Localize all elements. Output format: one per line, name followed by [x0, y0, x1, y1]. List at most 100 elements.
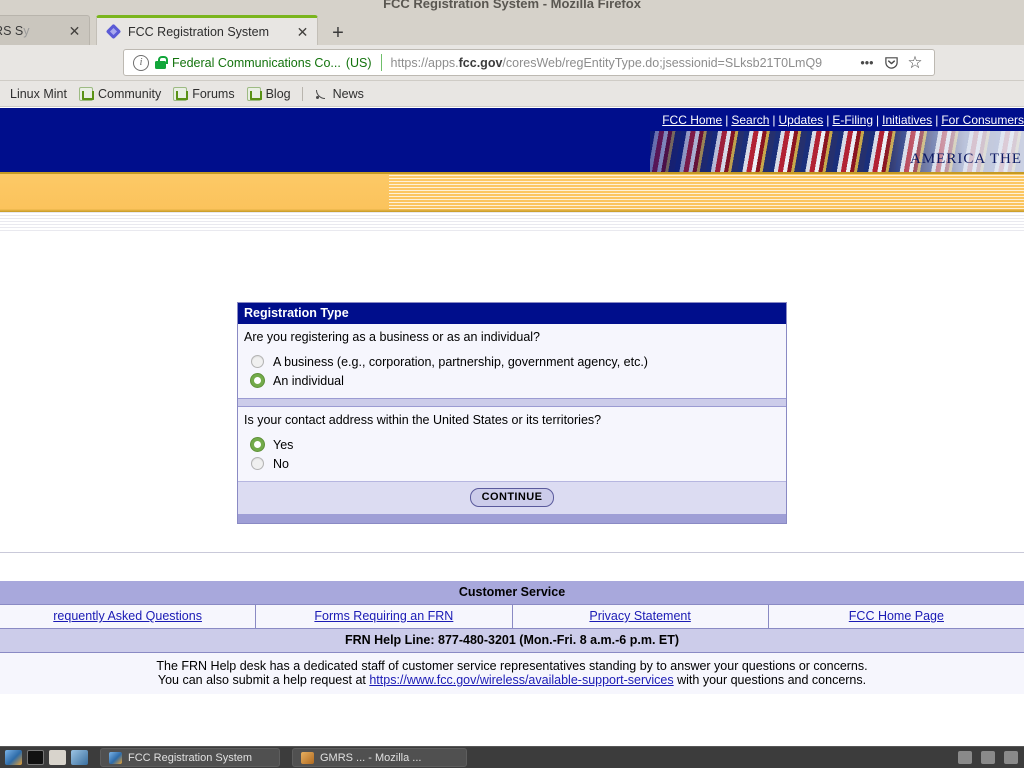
- taskbar-launcher-image-icon[interactable]: [71, 750, 88, 765]
- radio-option-yes[interactable]: Yes: [251, 435, 786, 454]
- page-info-icon[interactable]: i: [133, 54, 149, 71]
- fcc-gold-bar: ion: [0, 172, 1024, 212]
- radio-individual-label: An individual: [273, 373, 344, 388]
- bookmark-label: Community: [97, 86, 162, 101]
- browser-tab-inactive[interactable]: sas GMRS Sy ✕: [0, 15, 90, 45]
- bookmark-separator: [301, 86, 303, 101]
- taskbar-launcher-files-icon[interactable]: [49, 750, 66, 765]
- page-stripe-divider: [0, 212, 1024, 232]
- firefox-icon: [301, 751, 314, 764]
- urlbar-actions: ••• ☆: [855, 51, 927, 75]
- window-titlebar: FCC Registration System - Mozilla Firefo…: [0, 0, 1024, 12]
- footer-link-fcc-home-page[interactable]: FCC Home Page: [849, 609, 944, 623]
- browser-navigation-bar: i Federal Communications Co... (US) http…: [0, 45, 1024, 81]
- registration-type-card: Registration Type Are you registering as…: [237, 302, 787, 524]
- taskbar-window-button-gmrs[interactable]: GMRS ... - Mozilla ...: [292, 748, 467, 767]
- radio-business-label: A business (e.g., corporation, partnersh…: [273, 354, 648, 369]
- bookmark-label: Linux Mint: [10, 86, 67, 101]
- bookmarks-toolbar: Linux Mint Community Forums Blog News: [0, 81, 1024, 107]
- close-icon[interactable]: ✕: [294, 23, 311, 40]
- taskbar-launcher-firefox-icon[interactable]: [5, 750, 22, 765]
- footer-title: Customer Service: [0, 581, 1024, 605]
- tray-volume-icon[interactable]: [981, 751, 995, 764]
- lock-icon: [155, 56, 168, 69]
- bookmark-label: News: [332, 86, 364, 101]
- bookmark-linux-mint[interactable]: Linux Mint: [4, 84, 73, 104]
- taskbar-launcher-terminal-icon[interactable]: [27, 750, 44, 765]
- browser-tab-active[interactable]: FCC Registration System ✕: [96, 15, 318, 45]
- question-contact-address: Is your contact address within the Unite…: [244, 413, 602, 427]
- footer-link-faq[interactable]: requently Asked Questions: [53, 609, 202, 623]
- radio-yes-input[interactable]: [251, 438, 264, 451]
- taskbar-system-tray: [949, 751, 1024, 764]
- close-icon[interactable]: ✕: [66, 22, 83, 39]
- taskbar-window-button-fcc[interactable]: FCC Registration System: [100, 748, 280, 767]
- bookmark-label: Blog: [265, 86, 291, 101]
- window-title: FCC Registration System - Mozilla Firefo…: [383, 0, 641, 11]
- footer-support-services-link[interactable]: https://www.fcc.gov/wireless/available-s…: [369, 673, 673, 687]
- site-identity-label: Federal Communications Co...: [172, 55, 341, 70]
- mint-logo-icon: [173, 86, 189, 101]
- tray-clock-icon[interactable]: [1004, 751, 1018, 764]
- url-text: https://apps.fcc.gov/coresWeb/regEntityT…: [390, 55, 823, 70]
- radio-option-no[interactable]: No: [251, 454, 786, 473]
- radio-individual-input[interactable]: [251, 374, 264, 387]
- page-actions-menu-icon[interactable]: •••: [855, 51, 879, 75]
- new-tab-button[interactable]: +: [326, 21, 350, 45]
- firefox-icon: [109, 751, 122, 764]
- bookmark-community[interactable]: Community: [73, 84, 167, 104]
- browser-tab-label: FCC Registration System: [128, 24, 270, 39]
- desktop-taskbar: FCC Registration System GMRS ... - Mozil…: [0, 746, 1024, 768]
- footer-note: The FRN Help desk has a dedicated staff …: [0, 653, 1024, 694]
- fcc-link-efiling[interactable]: E-Filing: [832, 113, 873, 127]
- browser-tab-strip: sas GMRS Sy ✕ FCC Registration System ✕ …: [0, 12, 1024, 45]
- fcc-link-home[interactable]: FCC Home: [662, 113, 722, 127]
- registration-address-section: Is your contact address within the Unite…: [238, 407, 786, 481]
- radio-yes-label: Yes: [273, 437, 294, 452]
- bookmark-label: Forums: [192, 86, 235, 101]
- browser-tab-label: sas GMRS Sy: [0, 23, 30, 38]
- mint-logo-icon: [246, 86, 262, 101]
- radio-business-input[interactable]: [251, 355, 264, 368]
- address-bar[interactable]: i Federal Communications Co... (US) http…: [123, 49, 935, 76]
- page-viewport: ations on FCC Home|Search|Updates|E-Fili…: [0, 108, 1024, 746]
- radio-no-input[interactable]: [251, 457, 264, 470]
- registration-type-header: Registration Type: [238, 303, 786, 324]
- registration-entity-section: Are you registering as a business or as …: [238, 324, 786, 398]
- urlbar-divider: [380, 54, 382, 71]
- footer-note-suffix: with your questions and concerns.: [673, 673, 867, 687]
- content-horizontal-rule: [0, 552, 1024, 553]
- taskbar-window-label: GMRS ... - Mozilla ...: [320, 751, 422, 764]
- footer-cell-fcc-home: FCC Home Page: [769, 605, 1024, 628]
- registration-card-bottom-band: [238, 514, 786, 523]
- flag-banner-caption: AMERICA THE: [910, 151, 1022, 167]
- fcc-link-initiatives[interactable]: Initiatives: [882, 113, 932, 127]
- footer-note-prefix: You can also submit a help request at: [157, 673, 370, 687]
- site-country-label: (US): [345, 55, 372, 70]
- question-entity-type: Are you registering as a business or as …: [244, 330, 541, 344]
- footer-link-forms-requiring-frn[interactable]: Forms Requiring an FRN: [314, 609, 453, 623]
- footer-note-line-2: You can also submit a help request at ht…: [0, 673, 1024, 687]
- bookmark-forums[interactable]: Forums: [167, 84, 240, 104]
- fcc-header-banner: ations on FCC Home|Search|Updates|E-Fili…: [0, 108, 1024, 172]
- continue-button[interactable]: CONTINUE: [469, 488, 555, 507]
- fcc-link-updates[interactable]: Updates: [779, 113, 824, 127]
- tray-network-icon[interactable]: [958, 751, 972, 764]
- fcc-favicon-icon: [107, 25, 121, 39]
- radio-option-individual[interactable]: An individual: [251, 371, 786, 390]
- footer-links-row: requently Asked Questions Forms Requirin…: [0, 605, 1024, 629]
- footer-cell-privacy: Privacy Statement: [513, 605, 769, 628]
- radio-no-label: No: [273, 456, 289, 471]
- section-divider: [238, 398, 786, 407]
- footer-help-line: FRN Help Line: 877-480-3201 (Mon.-Fri. 8…: [0, 629, 1024, 653]
- bookmark-news[interactable]: News: [308, 84, 370, 104]
- radio-option-business[interactable]: A business (e.g., corporation, partnersh…: [251, 352, 786, 371]
- page-footer: Customer Service requently Asked Questio…: [0, 581, 1024, 694]
- fcc-top-navigation: FCC Home | Search | Updates | E-Filing | Initiat…: [662, 113, 1024, 127]
- footer-link-privacy-statement[interactable]: Privacy Statement: [589, 609, 690, 623]
- bookmark-star-icon[interactable]: ☆: [903, 51, 927, 75]
- fcc-link-for-consumers[interactable]: For Consumers: [941, 113, 1024, 127]
- fcc-link-search[interactable]: Search: [731, 113, 769, 127]
- pocket-icon[interactable]: [879, 51, 903, 75]
- bookmark-blog[interactable]: Blog: [241, 84, 297, 104]
